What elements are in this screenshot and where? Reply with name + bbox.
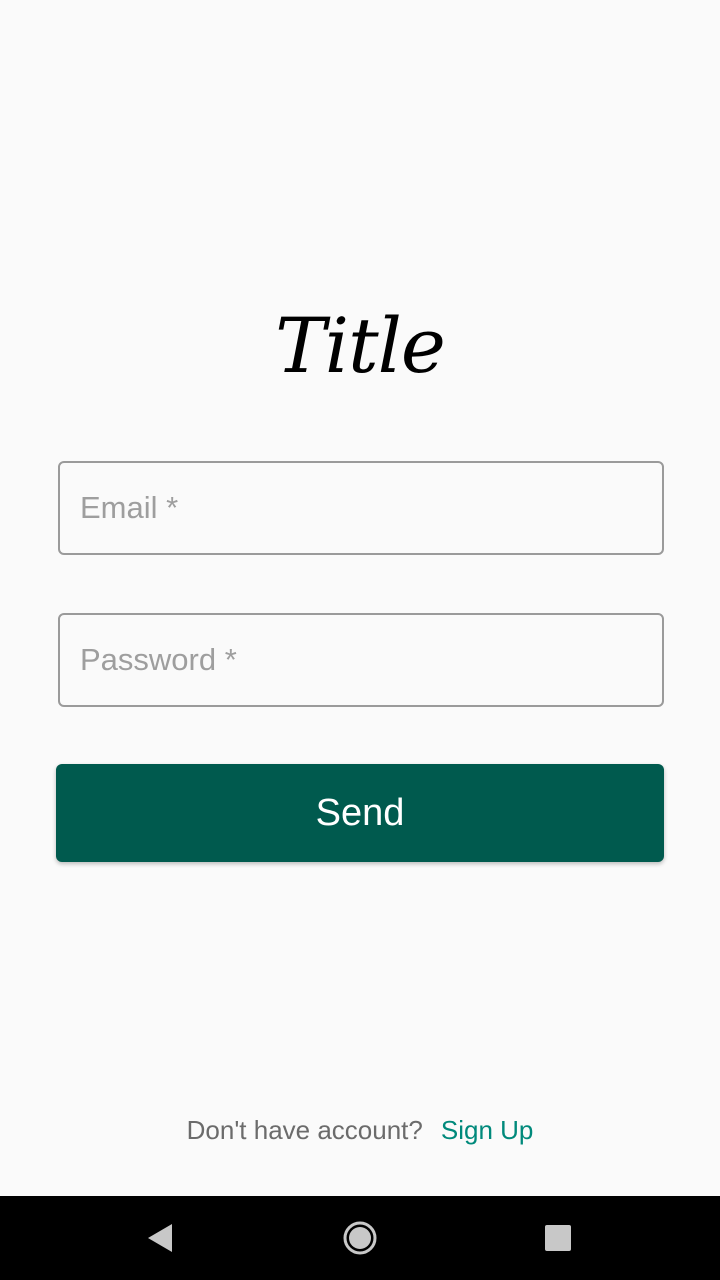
signup-prompt: Don't have account?	[186, 1115, 423, 1145]
password-input[interactable]	[60, 615, 662, 705]
login-screen: Title Send Don't have account? Sign Up	[0, 0, 720, 1196]
nav-back-button[interactable]	[100, 1196, 220, 1280]
back-triangle-icon	[148, 1224, 172, 1252]
recents-square-icon	[545, 1225, 571, 1251]
home-circle-icon	[343, 1221, 377, 1255]
app-title: Title	[275, 301, 446, 390]
nav-home-button[interactable]	[300, 1196, 420, 1280]
email-input[interactable]	[60, 463, 662, 553]
send-button[interactable]: Send	[56, 764, 664, 862]
password-field[interactable]	[58, 613, 664, 707]
email-field[interactable]	[58, 461, 664, 555]
signup-row: Don't have account? Sign Up	[0, 1110, 720, 1150]
nav-recents-button[interactable]	[498, 1196, 618, 1280]
signup-link[interactable]: Sign Up	[441, 1115, 534, 1145]
system-navigation-bar	[0, 1196, 720, 1280]
